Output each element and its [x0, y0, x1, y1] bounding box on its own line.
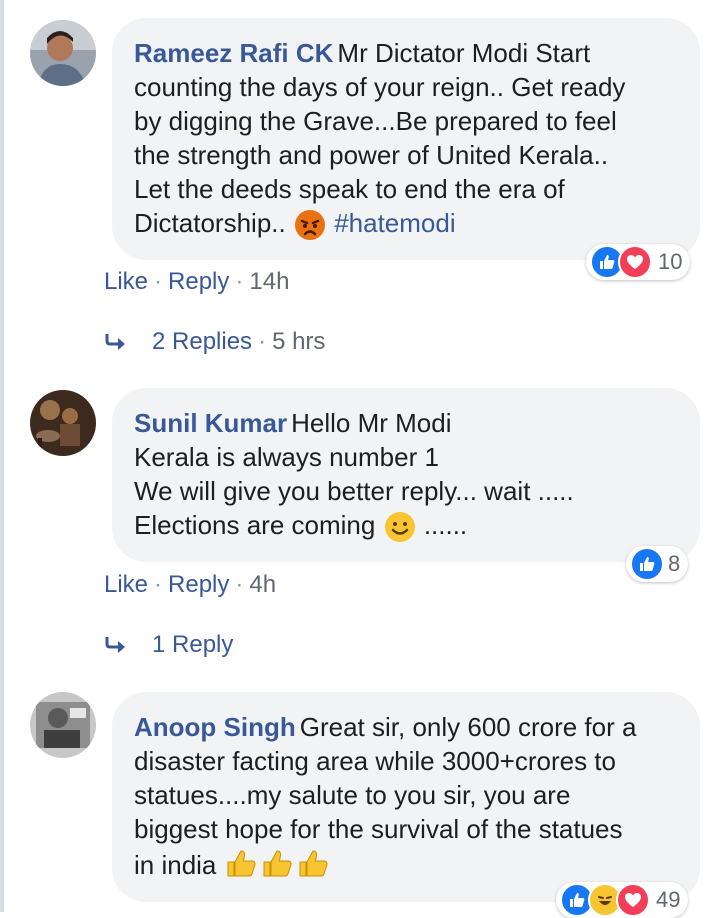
separator: · — [258, 328, 267, 355]
comment-text: disaster facting area while 3000+crores … — [134, 746, 616, 776]
comment-text: statues....my salute to you sir, you are — [134, 780, 571, 810]
replies-timestamp: 5 hrs — [272, 328, 326, 355]
separator: · — [154, 268, 163, 295]
comment-text: counting the days of your reign.. Get re… — [134, 72, 626, 102]
like-link[interactable]: Like — [104, 268, 148, 295]
reply-link[interactable]: Reply — [168, 571, 229, 598]
hashtag-link[interactable]: #hatemodi — [334, 208, 455, 238]
reply-link[interactable]: Reply — [168, 268, 229, 295]
comment-bubble: Sunil Kumar Hello Mr Modi Kerala is alway… — [112, 388, 700, 562]
reply-arrow-icon — [105, 637, 125, 653]
smile-emoji-icon — [384, 512, 415, 543]
comment-author[interactable]: Anoop Singh — [134, 712, 296, 742]
like-link[interactable]: Like — [104, 571, 148, 598]
comment-bubble: Anoop Singh Great sir, only 600 crore for… — [112, 692, 700, 902]
reactions-summary[interactable]: 49 — [556, 882, 689, 918]
view-replies-link[interactable]: 1 Reply — [104, 631, 233, 659]
comment-timestamp[interactable]: 14h — [249, 268, 289, 295]
love-reaction-icon — [618, 245, 652, 279]
comment-text: ...... — [423, 510, 468, 540]
view-replies-link[interactable]: 2 Replies · 5 hrs — [104, 328, 325, 356]
comment-text: biggest hope for the survival of the sta… — [134, 814, 623, 844]
separator: · — [235, 571, 244, 598]
comment-text: Mr Dictator Modi Start — [337, 38, 591, 68]
reaction-count: 8 — [668, 551, 681, 576]
comment-actions: Like · Reply · 14h — [104, 268, 289, 296]
replies-count[interactable]: 2 Replies — [152, 328, 252, 356]
reply-arrow-icon — [105, 334, 125, 350]
comment-text: the strength and power of United Kerala.… — [134, 140, 609, 170]
comment-text: by digging the Grave...Be prepared to fe… — [134, 106, 617, 136]
comment-bubble: Rameez Rafi CK Mr Dictator Modi Start cou… — [112, 18, 700, 260]
comment-actions: Like · Reply · 4h — [104, 571, 276, 599]
comment-text: Kerala is always number 1 — [134, 442, 439, 472]
comment-timestamp[interactable]: 4h — [249, 571, 276, 598]
reaction-count: 49 — [656, 887, 681, 912]
angry-emoji-icon — [294, 210, 325, 241]
reaction-count: 10 — [658, 249, 683, 274]
comment-author[interactable]: Rameez Rafi CK — [134, 38, 333, 68]
reactions-summary[interactable]: 10 — [586, 244, 691, 280]
comment-text: Hello Mr Modi — [291, 408, 452, 438]
comment-text: Dictatorship.. — [134, 208, 286, 238]
like-reaction-icon — [630, 547, 664, 581]
comment-author[interactable]: Sunil Kumar — [134, 408, 287, 438]
separator: · — [154, 571, 163, 598]
replies-count[interactable]: 1 Reply — [152, 631, 233, 659]
avatar[interactable] — [30, 692, 96, 758]
thumbs-up-emoji-icon — [224, 846, 332, 888]
comment-text: We will give you better reply... wait ..… — [134, 476, 574, 506]
comment-text: in india — [134, 849, 217, 880]
separator: · — [235, 268, 244, 295]
left-border — [0, 0, 4, 912]
comment-text: Great sir, only 600 crore for a — [299, 712, 637, 742]
comment-text: Let the deeds speak to end the era of — [134, 174, 565, 204]
avatar[interactable] — [30, 390, 96, 456]
avatar[interactable] — [30, 20, 96, 86]
comment-text: Elections are coming — [134, 510, 376, 540]
reactions-summary[interactable]: 8 — [626, 546, 689, 582]
